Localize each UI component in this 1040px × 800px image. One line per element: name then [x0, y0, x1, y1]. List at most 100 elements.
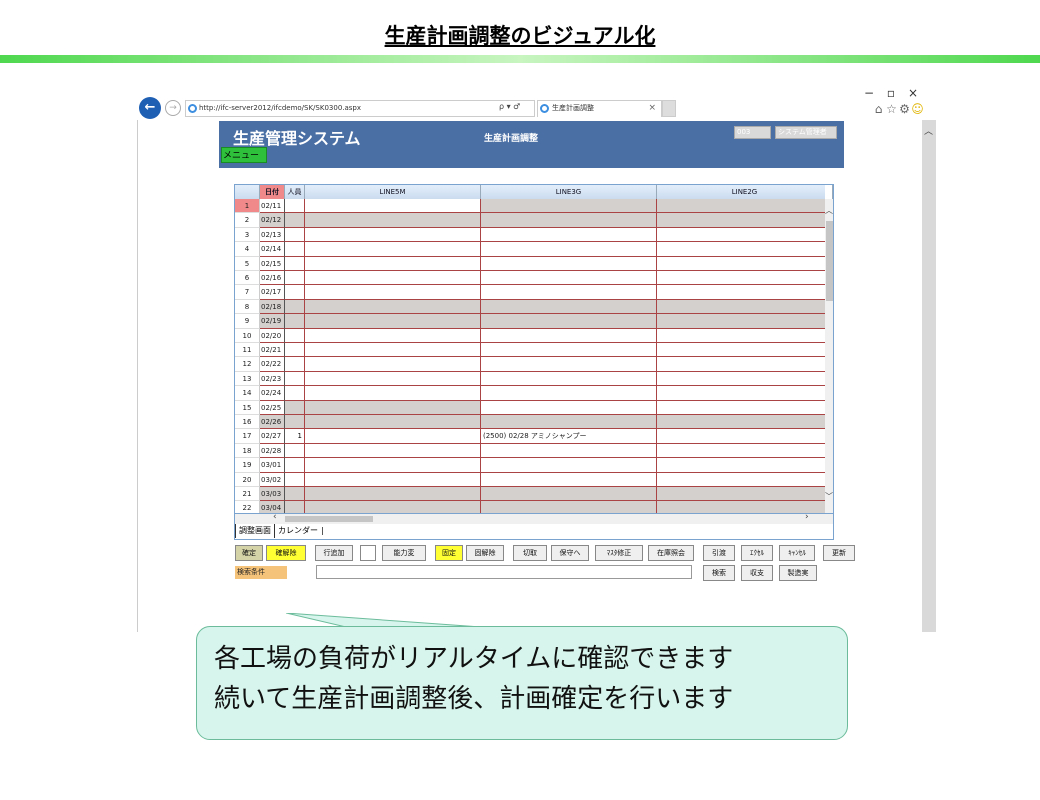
- back-arrow-icon[interactable]: ←: [139, 97, 161, 119]
- person-cell[interactable]: [285, 386, 305, 401]
- schedule-grid[interactable]: 日付 人員 LINE5M LINE3G LINE2G 1 02/11 2 02/12 3…: [234, 184, 834, 514]
- cell-line2g[interactable]: [657, 213, 825, 228]
- grid-scroll-up-icon[interactable]: ︿: [825, 205, 833, 216]
- grid-horizontal-scrollbar[interactable]: ‹ ›: [234, 512, 834, 524]
- cell-line2g[interactable]: [657, 386, 825, 401]
- cell-line2g[interactable]: [657, 314, 825, 329]
- cell-line5m[interactable]: [305, 299, 481, 315]
- cell-line3g[interactable]: [481, 285, 657, 300]
- table-row[interactable]: 11 02/21: [235, 343, 825, 358]
- cell-line2g[interactable]: [657, 487, 825, 502]
- cell-line5m[interactable]: [305, 386, 481, 401]
- new-tab-button[interactable]: [662, 100, 676, 117]
- star-icon[interactable]: ☆: [885, 102, 898, 116]
- person-cell[interactable]: [285, 271, 305, 286]
- browser-tab[interactable]: 生産計画調整 ×: [537, 100, 662, 117]
- cell-line3g[interactable]: [481, 343, 657, 358]
- cell-line2g[interactable]: [657, 242, 825, 257]
- cell-line5m[interactable]: [305, 487, 481, 502]
- capacity-change-button[interactable]: 能力変: [382, 545, 426, 561]
- search-button[interactable]: 検索: [703, 565, 735, 581]
- person-cell[interactable]: [285, 458, 305, 473]
- person-cell[interactable]: 1: [285, 429, 305, 444]
- cell-line5m[interactable]: [305, 285, 481, 300]
- date-cell[interactable]: 03/02: [260, 472, 285, 487]
- cell-line2g[interactable]: [657, 199, 825, 214]
- master-edit-button[interactable]: ﾏｽﾀ修正: [595, 545, 643, 561]
- cell-line3g[interactable]: [481, 415, 657, 430]
- table-row[interactable]: 19 03/01: [235, 458, 825, 473]
- cell-line2g[interactable]: [657, 271, 825, 286]
- date-cell[interactable]: 02/20: [260, 328, 285, 343]
- tab-adjustment[interactable]: 調整画面: [235, 524, 275, 538]
- cell-line2g[interactable]: [657, 343, 825, 358]
- grid-scroll-down-icon[interactable]: ﹀: [825, 491, 833, 502]
- cell-line5m[interactable]: [305, 472, 481, 487]
- person-cell[interactable]: [285, 472, 305, 487]
- stock-inquiry-button[interactable]: 在庫照会: [648, 545, 694, 561]
- cell-line3g[interactable]: [481, 213, 657, 228]
- person-cell[interactable]: [285, 199, 305, 214]
- date-cell[interactable]: 02/14: [260, 242, 285, 257]
- person-cell[interactable]: [285, 443, 305, 459]
- date-cell[interactable]: 02/19: [260, 314, 285, 329]
- table-row[interactable]: 22 03/04: [235, 501, 825, 513]
- unconfirm-button[interactable]: 確解除: [266, 545, 306, 561]
- date-cell[interactable]: 02/25: [260, 400, 285, 415]
- table-row[interactable]: 9 02/19: [235, 314, 825, 329]
- minimize-icon[interactable]: −: [858, 86, 880, 100]
- fix-button[interactable]: 固定: [435, 545, 463, 561]
- search-input[interactable]: [316, 565, 692, 579]
- table-row[interactable]: 4 02/14: [235, 242, 825, 257]
- date-cell[interactable]: 02/21: [260, 343, 285, 358]
- table-row[interactable]: 20 03/02: [235, 472, 825, 487]
- cell-line5m[interactable]: [305, 501, 481, 513]
- cell-line3g[interactable]: [481, 256, 657, 271]
- cell-line5m[interactable]: [305, 328, 481, 343]
- cell-line5m[interactable]: [305, 314, 481, 329]
- table-row[interactable]: 3 02/13: [235, 227, 825, 243]
- cell-line5m[interactable]: [305, 256, 481, 271]
- excel-button[interactable]: ｴｸｾﾙ: [741, 545, 773, 561]
- cell-line5m[interactable]: [305, 199, 481, 214]
- cell-line3g[interactable]: [481, 386, 657, 401]
- capacity-input[interactable]: [360, 545, 376, 561]
- cell-line2g[interactable]: [657, 357, 825, 372]
- person-cell[interactable]: [285, 256, 305, 271]
- person-cell[interactable]: [285, 343, 305, 358]
- cell-line3g[interactable]: [481, 227, 657, 243]
- income-button[interactable]: 収支: [741, 565, 773, 581]
- cell-line5m[interactable]: [305, 271, 481, 286]
- cell-line3g[interactable]: [481, 501, 657, 513]
- person-cell[interactable]: [285, 501, 305, 513]
- cell-line2g[interactable]: [657, 285, 825, 300]
- table-row[interactable]: 15 02/25: [235, 400, 825, 415]
- date-cell[interactable]: 02/24: [260, 386, 285, 401]
- tab-close-icon[interactable]: ×: [648, 101, 656, 116]
- page-scrollbar[interactable]: ︿: [922, 120, 936, 632]
- grid-scroll-left-icon[interactable]: ‹: [273, 512, 277, 522]
- cell-line5m[interactable]: [305, 443, 481, 459]
- date-cell[interactable]: 03/01: [260, 458, 285, 473]
- date-cell[interactable]: 02/27: [260, 429, 285, 444]
- close-icon[interactable]: ×: [902, 86, 924, 100]
- date-cell[interactable]: 02/11: [260, 199, 285, 214]
- cell-line2g[interactable]: [657, 401, 825, 415]
- transfer-button[interactable]: 引渡: [703, 545, 735, 561]
- cell-line2g[interactable]: [657, 329, 825, 343]
- cell-line5m[interactable]: [305, 371, 481, 387]
- cut-button[interactable]: 切取: [513, 545, 547, 561]
- table-row[interactable]: 17 02/27 1 (2500) 02/28 アミノシャンプー: [235, 429, 825, 444]
- table-row[interactable]: 8 02/18: [235, 299, 825, 315]
- table-row[interactable]: 6 02/16: [235, 271, 825, 286]
- gear-icon[interactable]: ⚙: [898, 102, 911, 116]
- table-row[interactable]: 21 03/03: [235, 487, 825, 502]
- scroll-up-icon[interactable]: ︿: [924, 124, 933, 137]
- grid-scroll-right-icon[interactable]: ›: [805, 512, 809, 522]
- person-cell[interactable]: [285, 299, 305, 315]
- cell-line3g[interactable]: [481, 328, 657, 343]
- table-row[interactable]: 7 02/17: [235, 285, 825, 300]
- cell-line2g[interactable]: [657, 257, 825, 271]
- cell-line2g[interactable]: [657, 372, 825, 387]
- grid-hscroll-thumb[interactable]: [285, 516, 373, 522]
